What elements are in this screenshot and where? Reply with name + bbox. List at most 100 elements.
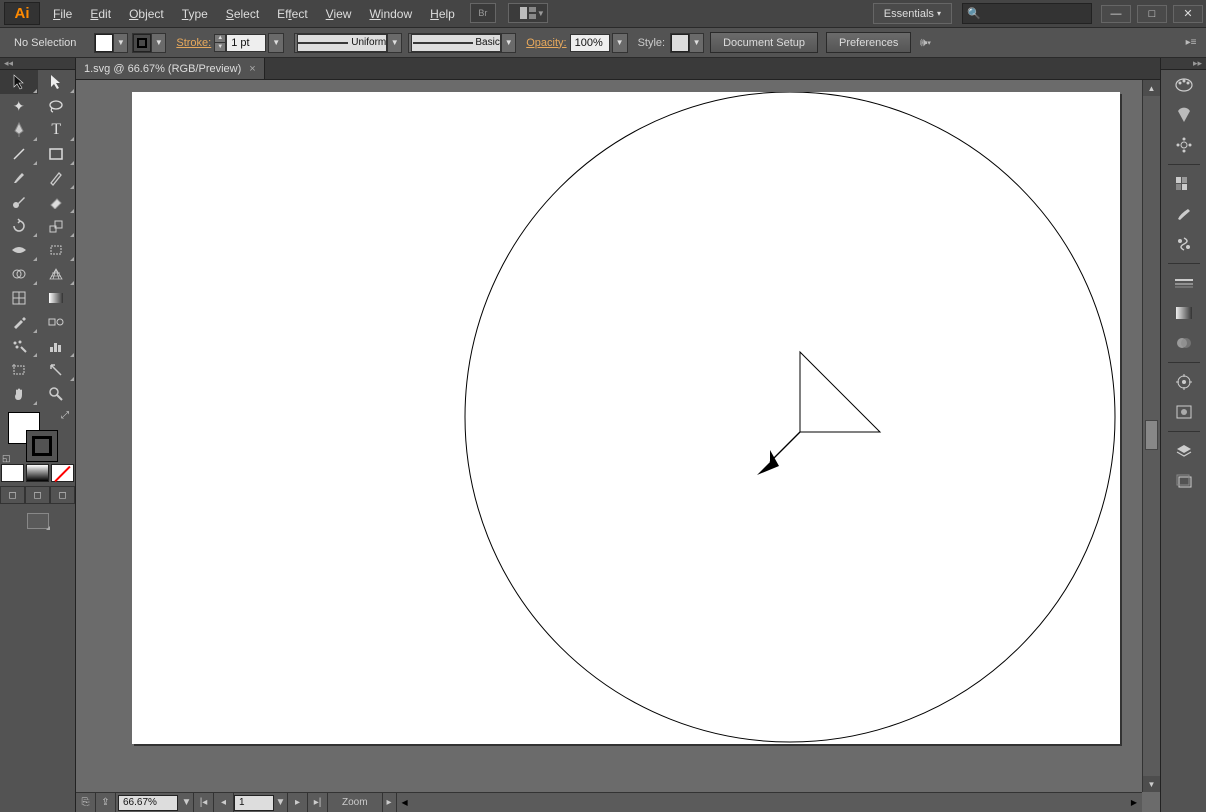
- share-icon[interactable]: ⇪: [96, 793, 116, 812]
- eyedropper-tool[interactable]: [0, 310, 38, 334]
- default-fill-stroke-icon[interactable]: ◱: [2, 453, 11, 464]
- brushes-panel-icon[interactable]: [1169, 201, 1199, 227]
- bridge-button[interactable]: Br: [470, 3, 496, 23]
- control-overflow-button[interactable]: ▸≡: [1182, 37, 1200, 48]
- direct-selection-tool[interactable]: [38, 70, 76, 94]
- symbols-panel-icon[interactable]: [1169, 231, 1199, 257]
- close-tab-icon[interactable]: ×: [249, 63, 255, 75]
- menu-window[interactable]: Window: [360, 0, 421, 27]
- variable-width-profile[interactable]: Uniform▼: [294, 33, 402, 53]
- window-close-button[interactable]: ✕: [1173, 5, 1203, 23]
- artboard-number-input[interactable]: [234, 795, 274, 811]
- type-tool[interactable]: T: [38, 118, 76, 142]
- stroke-swatch[interactable]: ▼: [132, 33, 166, 53]
- status-dropdown[interactable]: ▸: [383, 793, 397, 812]
- draw-behind-button[interactable]: ◻: [25, 486, 50, 504]
- document-tab[interactable]: 1.svg @ 66.67% (RGB/Preview) ×: [76, 58, 265, 79]
- none-mode-button[interactable]: [51, 464, 74, 482]
- gradient-panel-icon[interactable]: [1169, 300, 1199, 326]
- stroke-panel-icon[interactable]: [1169, 270, 1199, 296]
- magic-wand-tool[interactable]: ✦: [0, 94, 38, 118]
- window-minimize-button[interactable]: —: [1101, 5, 1131, 23]
- graphic-style[interactable]: ▼: [670, 33, 704, 53]
- artboard-tool[interactable]: [0, 358, 38, 382]
- transparency-panel-icon[interactable]: [1169, 330, 1199, 356]
- zoom-dropdown[interactable]: ▼: [180, 793, 194, 812]
- menu-file[interactable]: File: [44, 0, 81, 27]
- shape-builder-tool[interactable]: [0, 262, 38, 286]
- workspace-switcher[interactable]: Essentials ▾: [873, 3, 952, 24]
- rectangle-tool[interactable]: [38, 142, 76, 166]
- color-mode-button[interactable]: [1, 464, 24, 482]
- pencil-tool[interactable]: [38, 166, 76, 190]
- hand-tool[interactable]: [0, 382, 38, 406]
- vertical-scrollbar[interactable]: ▲▼: [1142, 80, 1160, 792]
- first-artboard-icon[interactable]: ⎘: [76, 793, 96, 812]
- perspective-grid-tool[interactable]: [38, 262, 76, 286]
- paintbrush-tool[interactable]: [0, 166, 38, 190]
- canvas-area[interactable]: ▲▼ ⎘ ⇪ ▼ |◂ ◂ ▼ ▸ ▸| Zoom ▸ ◀▶: [76, 80, 1160, 812]
- symbol-sprayer-tool[interactable]: [0, 334, 38, 358]
- pen-tool[interactable]: [0, 118, 38, 142]
- rotate-tool[interactable]: [0, 214, 38, 238]
- width-tool[interactable]: [0, 238, 38, 262]
- swatches-panel-icon[interactable]: [1169, 171, 1199, 197]
- preferences-button[interactable]: Preferences: [826, 32, 911, 53]
- opacity-dropdown[interactable]: ▼: [612, 33, 628, 53]
- opacity-input[interactable]: [570, 34, 610, 52]
- stroke-color-indicator[interactable]: [26, 430, 58, 462]
- stroke-weight-input[interactable]: [226, 34, 266, 52]
- zoom-input[interactable]: [118, 795, 178, 811]
- blend-tool[interactable]: [38, 310, 76, 334]
- search-input[interactable]: 🔍: [962, 3, 1092, 24]
- graphic-styles-panel-icon[interactable]: [1169, 399, 1199, 425]
- blob-brush-tool[interactable]: [0, 190, 38, 214]
- mesh-tool[interactable]: [0, 286, 38, 310]
- arrange-documents-button[interactable]: ▼: [508, 3, 548, 23]
- line-tool[interactable]: [0, 142, 38, 166]
- lasso-tool[interactable]: [38, 94, 76, 118]
- appearance-panel-icon[interactable]: [1169, 369, 1199, 395]
- menu-help[interactable]: Help: [421, 0, 464, 27]
- free-transform-tool[interactable]: [38, 238, 76, 262]
- menu-select[interactable]: Select: [217, 0, 268, 27]
- menu-object[interactable]: Object: [120, 0, 173, 27]
- layers-panel-icon[interactable]: [1169, 438, 1199, 464]
- gradient-tool[interactable]: [38, 286, 76, 310]
- artboard-prev[interactable]: ◂: [214, 793, 234, 812]
- menu-type[interactable]: Type: [173, 0, 217, 27]
- tools-collapse[interactable]: ◂◂: [0, 58, 75, 70]
- zoom-tool[interactable]: [38, 382, 76, 406]
- stroke-label[interactable]: Stroke:: [176, 37, 211, 49]
- scale-tool[interactable]: [38, 214, 76, 238]
- artboard-next[interactable]: ▸: [288, 793, 308, 812]
- document-setup-button[interactable]: Document Setup: [710, 32, 818, 53]
- column-graph-tool[interactable]: [38, 334, 76, 358]
- fill-swatch[interactable]: ▼: [94, 33, 128, 53]
- menu-view[interactable]: View: [317, 0, 361, 27]
- menu-effect[interactable]: Effect: [268, 0, 316, 27]
- brush-definition[interactable]: Basic▼: [408, 33, 516, 53]
- kuler-panel-icon[interactable]: [1169, 132, 1199, 158]
- screen-mode-button[interactable]: [0, 510, 75, 532]
- opacity-label[interactable]: Opacity:: [526, 37, 566, 49]
- color-guide-panel-icon[interactable]: [1169, 102, 1199, 128]
- stroke-weight-dropdown[interactable]: ▼: [268, 33, 284, 53]
- artboards-panel-icon[interactable]: [1169, 468, 1199, 494]
- dock-collapse[interactable]: ▸▸: [1161, 58, 1206, 70]
- color-panel-icon[interactable]: [1169, 72, 1199, 98]
- artboard-first[interactable]: |◂: [194, 793, 214, 812]
- selection-tool[interactable]: [0, 70, 38, 94]
- slice-tool[interactable]: [38, 358, 76, 382]
- artboard-last[interactable]: ▸|: [308, 793, 328, 812]
- eraser-tool[interactable]: [38, 190, 76, 214]
- stroke-weight-stepper[interactable]: ▲▼: [214, 34, 226, 52]
- artboard-dropdown[interactable]: ▼: [274, 793, 288, 812]
- artboard[interactable]: [132, 92, 1120, 744]
- fill-stroke-indicator[interactable]: ⤢ ◱: [0, 408, 75, 464]
- swap-fill-stroke-icon[interactable]: ⤢: [61, 410, 69, 421]
- window-maximize-button[interactable]: □: [1137, 5, 1167, 23]
- menu-edit[interactable]: Edit: [81, 0, 120, 27]
- align-to-icon[interactable]: 🕪▾: [915, 34, 935, 52]
- draw-normal-button[interactable]: ◻: [0, 486, 25, 504]
